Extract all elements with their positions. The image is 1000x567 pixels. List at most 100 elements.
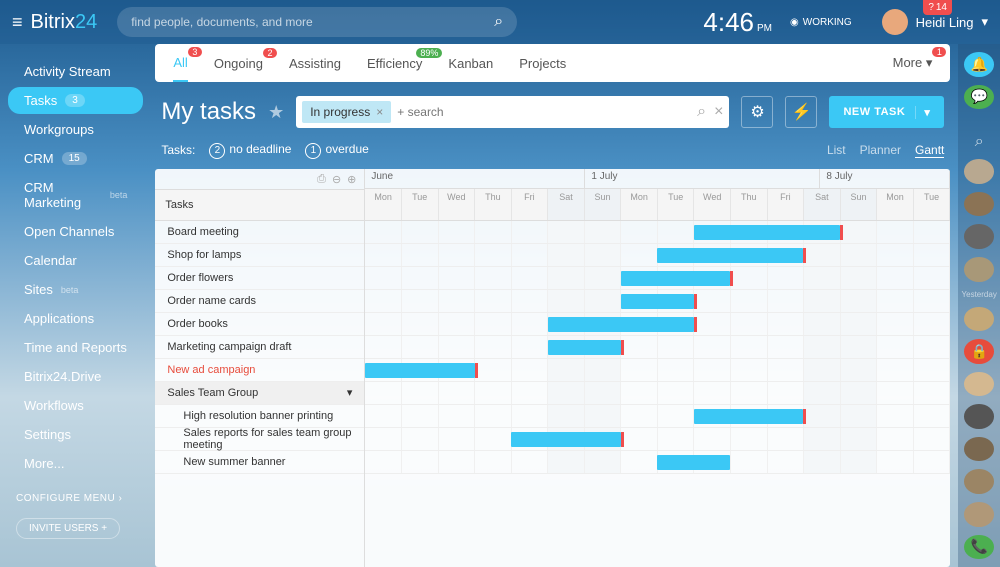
sidebar-item[interactable]: Applications — [8, 305, 143, 332]
task-row[interactable]: Marketing campaign draft — [155, 336, 364, 359]
configure-menu[interactable]: CONFIGURE MENU › — [16, 493, 135, 504]
gantt-bar[interactable] — [694, 225, 840, 240]
gantt-bar[interactable] — [657, 248, 803, 263]
gantt-bar[interactable] — [694, 409, 804, 424]
gantt-bar[interactable] — [621, 271, 731, 286]
menu-icon[interactable]: ≡ — [12, 12, 23, 33]
task-row[interactable]: New summer banner — [155, 451, 364, 474]
close-icon[interactable]: × — [376, 105, 383, 119]
new-task-button[interactable]: NEW TASK▾ — [829, 96, 944, 128]
sidebar-item[interactable]: Settings — [8, 421, 143, 448]
contact-avatar[interactable] — [964, 502, 994, 527]
grid-row — [365, 336, 950, 359]
logo[interactable]: Bitrix24 — [31, 11, 98, 34]
print-icon[interactable]: ⎙ — [317, 173, 326, 185]
working-status[interactable]: ◉ WORKING — [790, 17, 852, 28]
contact-avatar[interactable] — [964, 224, 994, 249]
bolt-button[interactable]: ⚡ — [785, 96, 817, 128]
contact-avatar[interactable] — [964, 437, 994, 462]
no-deadline-stat[interactable]: 2no deadline — [209, 142, 291, 159]
day-header: Fri — [512, 189, 549, 220]
contact-avatar[interactable] — [964, 404, 994, 429]
task-row[interactable]: Order flowers — [155, 267, 364, 290]
tab[interactable]: Ongoing2 — [214, 46, 263, 81]
sidebar-item[interactable]: More... — [8, 450, 143, 477]
close-icon[interactable]: × — [714, 103, 723, 121]
lock-icon[interactable]: 🔒 — [964, 339, 994, 364]
sidebar-item[interactable]: Workflows — [8, 392, 143, 419]
tab[interactable]: Efficiency89% — [367, 46, 422, 81]
tasks-header: Tasks — [155, 189, 364, 221]
call-icon[interactable]: 📞 — [964, 535, 994, 560]
tab[interactable]: All3 — [173, 45, 187, 82]
task-row[interactable]: Sales reports for sales team group meeti… — [155, 428, 364, 451]
task-row[interactable]: New ad campaign — [155, 359, 364, 382]
day-header: Mon — [877, 189, 914, 220]
task-row[interactable]: Order books — [155, 313, 364, 336]
grid-row — [365, 221, 950, 244]
view-planner[interactable]: Planner — [860, 143, 901, 158]
chevron-down-icon[interactable]: ▾ — [915, 106, 930, 119]
contact-avatar[interactable] — [964, 257, 994, 282]
sidebar-item[interactable]: CRM Marketingbeta — [8, 174, 143, 216]
search-icon[interactable]: ⌕ — [975, 133, 984, 151]
zoom-out-icon[interactable]: ⊖ — [332, 173, 341, 185]
gantt-bar[interactable] — [657, 455, 730, 470]
view-list[interactable]: List — [827, 143, 846, 158]
search-icon[interactable]: ⌕ — [494, 13, 503, 31]
chat-icon[interactable]: 💬 — [964, 85, 994, 110]
sidebar-item[interactable]: Workgroups — [8, 116, 143, 143]
tab[interactable]: Kanban — [448, 46, 493, 81]
contact-avatar[interactable] — [964, 372, 994, 397]
day-header: Thu — [731, 189, 768, 220]
gantt-bar[interactable] — [511, 432, 621, 447]
sidebar-item[interactable]: Tasks3 — [8, 87, 143, 114]
overdue-stat[interactable]: 1overdue — [305, 142, 368, 159]
gantt-bar[interactable] — [548, 317, 694, 332]
sidebar-item[interactable]: Activity Stream — [8, 58, 143, 85]
gantt-bar[interactable] — [548, 340, 621, 355]
task-row[interactable]: Shop for lamps — [155, 244, 364, 267]
contact-avatar[interactable] — [964, 307, 994, 332]
sidebar-item[interactable]: Sitesbeta — [8, 276, 143, 303]
day-header: Mon — [365, 189, 402, 220]
sidebar-item[interactable]: Time and Reports — [8, 334, 143, 361]
day-header: Tue — [914, 189, 951, 220]
contact-avatar[interactable] — [964, 469, 994, 494]
settings-button[interactable]: ⚙ — [741, 96, 773, 128]
filter-box[interactable]: In progress× ⌕ × — [296, 96, 729, 128]
chart-column: June1 July8 July MonTueWedThuFriSatSunMo… — [365, 169, 950, 567]
gantt-bar[interactable] — [621, 294, 694, 309]
gantt-bar[interactable] — [365, 363, 475, 378]
task-row[interactable]: Sales Team Group▾ — [155, 382, 364, 405]
sidebar-item[interactable]: Bitrix24.Drive — [8, 363, 143, 390]
zoom-in-icon[interactable]: ⊕ — [347, 173, 356, 185]
sidebar-item[interactable]: Open Channels — [8, 218, 143, 245]
notifications-icon[interactable]: 🔔 — [964, 52, 994, 77]
star-icon[interactable]: ★ — [268, 102, 284, 123]
invite-users-button[interactable]: INVITE USERS + — [16, 518, 120, 539]
help-badge[interactable]: ?14 — [923, 0, 952, 15]
day-header: Fri — [768, 189, 805, 220]
search-icon[interactable]: ⌕ — [697, 103, 706, 121]
task-row[interactable]: High resolution banner printing — [155, 405, 364, 428]
day-header: Sat — [548, 189, 585, 220]
task-row[interactable]: Board meeting — [155, 221, 364, 244]
contact-avatar[interactable] — [964, 159, 994, 184]
tab[interactable]: Projects — [519, 46, 566, 81]
tab[interactable]: Assisting — [289, 46, 341, 81]
month-header: 8 July — [820, 169, 950, 188]
task-row[interactable]: Order name cards — [155, 290, 364, 313]
tab-more[interactable]: More ▾1 — [893, 45, 933, 81]
global-search[interactable]: ⌕ — [117, 7, 517, 37]
grid-row — [365, 405, 950, 428]
search-input[interactable] — [131, 15, 494, 29]
sidebar-item[interactable]: Calendar — [8, 247, 143, 274]
sidebar: Activity StreamTasks3WorkgroupsCRM15CRM … — [0, 44, 151, 567]
tabbar: All3 Ongoing2 Assisting Efficiency89% Kanban… — [155, 44, 950, 82]
sidebar-item[interactable]: CRM15 — [8, 145, 143, 172]
view-gantt[interactable]: Gantt — [915, 143, 944, 158]
filter-chip[interactable]: In progress× — [302, 101, 391, 123]
filter-input[interactable] — [397, 105, 691, 119]
contact-avatar[interactable] — [964, 192, 994, 217]
